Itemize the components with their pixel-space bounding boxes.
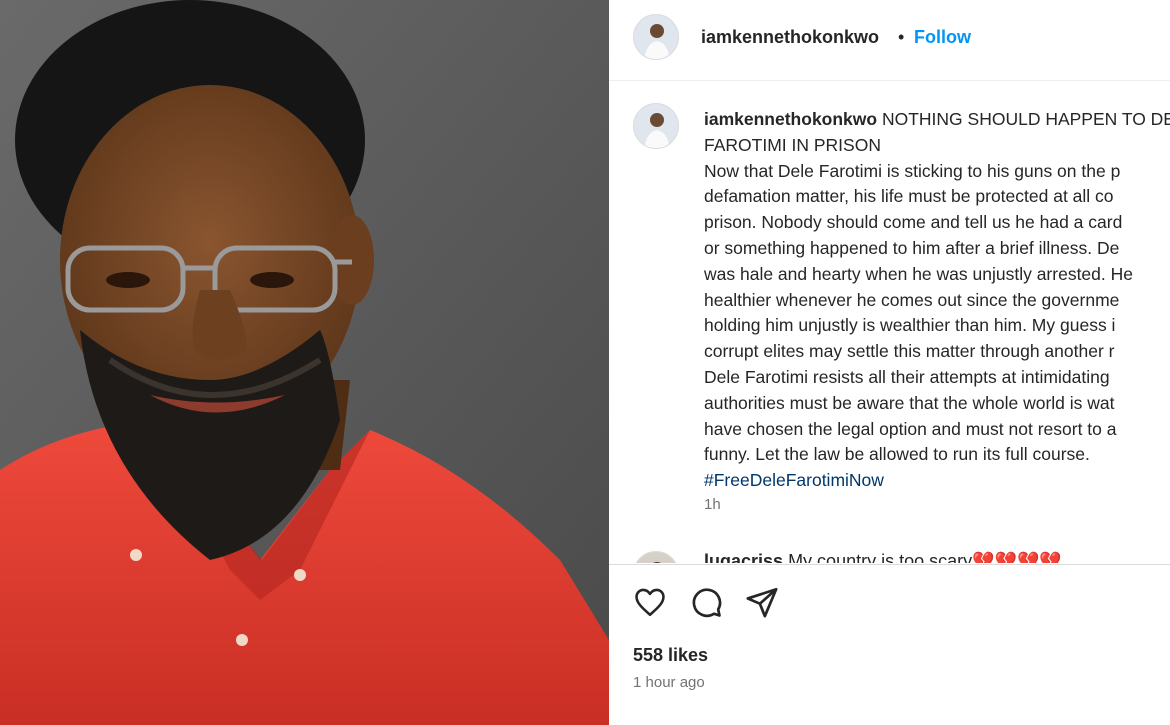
- comment-body: My country is too scary: [788, 551, 973, 563]
- post-image[interactable]: [0, 0, 609, 725]
- comment-username[interactable]: lugacriss: [704, 551, 783, 563]
- header-username[interactable]: iamkennethokonkwo: [701, 27, 879, 48]
- comment-emoji: 💔💔💔💔: [972, 551, 1062, 563]
- heart-icon[interactable]: [633, 585, 667, 619]
- post-header: iamkennethokonkwo • Follow: [609, 0, 1170, 81]
- avatar-image: [634, 104, 678, 148]
- follow-button[interactable]: Follow: [914, 27, 971, 48]
- comment-item: lugacriss My country is too scary💔💔💔💔: [633, 549, 1170, 563]
- comments-section[interactable]: iamkennethokonkwo NOTHING SHOULD HAPPEN …: [609, 81, 1170, 563]
- post-caption: iamkennethokonkwo NOTHING SHOULD HAPPEN …: [704, 107, 1170, 494]
- post-timestamp[interactable]: 1 hour ago: [633, 674, 705, 691]
- hashtag-link[interactable]: #FreeDeleFarotimiNow: [704, 470, 884, 490]
- portrait-photo: [0, 0, 609, 725]
- post-sidebar: iamkennethokonkwo • Follow iamkennethoko…: [609, 0, 1170, 725]
- comment-icon[interactable]: [689, 585, 723, 619]
- post-actions: 558 likes 1 hour ago: [609, 564, 1170, 725]
- caption-timestamp[interactable]: 1h: [704, 496, 721, 513]
- comment-text: lugacriss My country is too scary💔💔💔💔: [704, 551, 1062, 563]
- share-icon[interactable]: [745, 585, 779, 619]
- caption-username[interactable]: iamkennethokonkwo: [704, 109, 877, 129]
- caption-avatar[interactable]: [633, 103, 679, 149]
- avatar-image: [634, 552, 678, 563]
- avatar[interactable]: [633, 14, 679, 60]
- avatar-image: [634, 15, 678, 59]
- caption-body: Now that Dele Farotimi is sticking to hi…: [704, 160, 1133, 465]
- comment-avatar[interactable]: [633, 551, 679, 563]
- separator-dot: •: [898, 27, 905, 47]
- likes-count[interactable]: 558 likes: [633, 645, 708, 666]
